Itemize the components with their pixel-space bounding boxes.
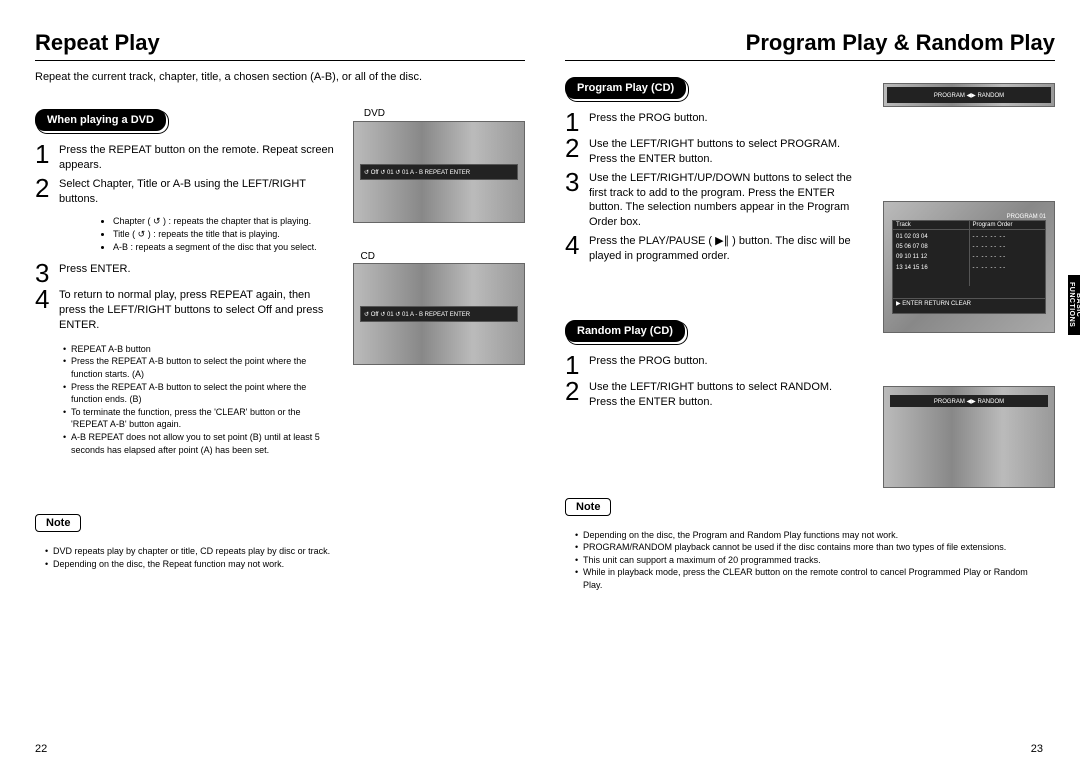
- side-tab-basic-functions: BASIC FUNCTIONS: [1068, 275, 1080, 335]
- p-step-1: 1Press the PROG button.: [565, 111, 855, 133]
- p-step-4: 4Press the PLAY/PAUSE ( ▶∥ ) button. The…: [565, 234, 855, 264]
- r-step-1: 1Press the PROG button.: [565, 354, 855, 376]
- step-4: 4To return to normal play, press REPEAT …: [35, 288, 335, 333]
- page-number-right: 23: [1031, 743, 1043, 755]
- right-body: Program Play (CD) PROGRAM ◀▶ RANDOM PROG…: [565, 71, 1055, 592]
- osd-screenshot-cd: ↺ Off ↺ 01 ↺ 01 A - B REPEAT ENTER: [353, 263, 525, 365]
- program-table-screenshot: PROGRAM 01 Track Program Order 01 02 03 …: [883, 201, 1055, 333]
- section-label-program: Program Play (CD): [565, 77, 686, 99]
- prog-header-screenshot: PROGRAM ◀▶ RANDOM: [883, 83, 1055, 107]
- p-step-2: 2Use the LEFT/RIGHT buttons to select PR…: [565, 137, 855, 167]
- page-title-left: Repeat Play: [35, 30, 525, 56]
- step2-sub: Chapter ( ↺ ) : repeats the chapter that…: [59, 215, 335, 253]
- step-1: 1Press the REPEAT button on the remote. …: [35, 143, 335, 173]
- divider: [565, 60, 1055, 61]
- divider: [35, 60, 525, 61]
- r-step-2: 2Use the LEFT/RIGHT buttons to select RA…: [565, 380, 855, 410]
- intro-text: Repeat the current track, chapter, title…: [35, 71, 525, 83]
- step-3: 3Press ENTER.: [35, 262, 335, 284]
- note-label-right: Note: [565, 498, 611, 516]
- page-22: Repeat Play Repeat the current track, ch…: [35, 30, 525, 755]
- ab-notes: REPEAT A-B button Press the REPEAT A-B b…: [63, 343, 335, 456]
- section-label-random: Random Play (CD): [565, 320, 685, 342]
- page-number-left: 22: [35, 743, 47, 755]
- osd-bar-cd: ↺ Off ↺ 01 ↺ 01 A - B REPEAT ENTER: [360, 306, 518, 322]
- p-step-3: 3Use the LEFT/RIGHT/UP/DOWN buttons to s…: [565, 171, 855, 230]
- osd-screenshot-dvd: ↺ Off ↺ 01 ↺ 01 A - B REPEAT ENTER: [353, 121, 525, 223]
- page-title-right: Program Play & Random Play: [565, 30, 1055, 56]
- left-notes: DVD repeats play by chapter or title, CD…: [45, 545, 525, 570]
- random-screenshot: PROGRAM ◀▶ RANDOM: [883, 386, 1055, 488]
- note-label-left: Note: [35, 514, 81, 532]
- right-notes: Depending on the disc, the Program and R…: [575, 529, 1043, 592]
- cd-label: CD: [361, 251, 375, 262]
- step-2: 2Select Chapter, Title or A-B using the …: [35, 177, 335, 207]
- dvd-label: DVD: [364, 108, 385, 119]
- left-body: When playing a DVD DVD ↺ Off ↺ 01 ↺ 01 A…: [35, 103, 525, 570]
- page-23: Program Play & Random Play Program Play …: [565, 30, 1055, 755]
- section-label-dvd: When playing a DVD: [35, 109, 166, 131]
- osd-bar-dvd: ↺ Off ↺ 01 ↺ 01 A - B REPEAT ENTER: [360, 164, 518, 180]
